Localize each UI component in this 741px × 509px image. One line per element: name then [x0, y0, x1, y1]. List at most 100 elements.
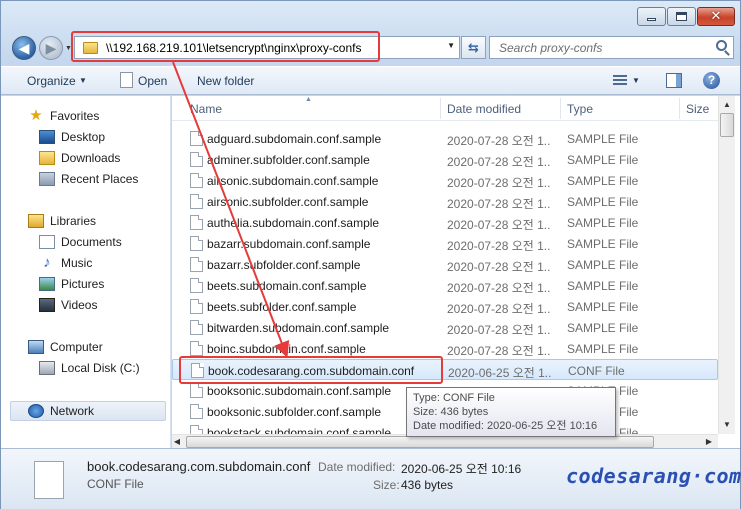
- file-name[interactable]: beets.subdomain.conf.sample: [207, 279, 366, 293]
- search-box[interactable]: Search proxy-confs: [489, 36, 734, 59]
- sidebar-item-favorites[interactable]: ★ Favorites: [1, 106, 169, 126]
- recent-places-icon: [39, 172, 55, 186]
- details-size-label: Size:: [373, 478, 400, 492]
- sidebar-item-computer[interactable]: Computer: [1, 337, 169, 357]
- scroll-down-icon[interactable]: ▼: [719, 416, 735, 433]
- file-row[interactable]: beets.subdomain.conf.sample 2020-07-28 오전…: [172, 275, 718, 296]
- file-icon: [190, 173, 203, 188]
- file-name[interactable]: beets.subfolder.conf.sample: [207, 300, 356, 314]
- tooltip-type: Type: CONF File: [413, 392, 495, 404]
- file-name[interactable]: bitwarden.subdomain.conf.sample: [207, 321, 389, 335]
- file-row[interactable]: bazarr.subdomain.conf.sample 2020-07-28 오…: [172, 233, 718, 254]
- file-row[interactable]: adminer.subfolder.conf.sample 2020-07-28 …: [172, 149, 718, 170]
- refresh-button[interactable]: ⇆: [461, 36, 486, 59]
- command-bar: Organize ▼ Open New folder ▼ ?: [1, 66, 740, 95]
- pictures-icon: [39, 277, 55, 291]
- file-type: SAMPLE File: [567, 300, 639, 314]
- file-name[interactable]: bazarr.subfolder.conf.sample: [207, 258, 360, 272]
- file-row[interactable]: airsonic.subdomain.conf.sample 2020-07-28…: [172, 170, 718, 191]
- file-type: SAMPLE File: [567, 258, 639, 272]
- sidebar-label: Network: [50, 404, 95, 418]
- sidebar-item-pictures[interactable]: Pictures: [1, 274, 169, 294]
- file-icon: [34, 461, 64, 499]
- file-name[interactable]: booksonic.subfolder.conf.sample: [207, 405, 381, 419]
- column-divider[interactable]: [679, 98, 680, 119]
- music-icon: ♪: [43, 254, 51, 271]
- forward-button[interactable]: ▶: [39, 36, 63, 60]
- file-icon: [190, 257, 203, 272]
- minimize-button[interactable]: [637, 7, 666, 26]
- file-icon: [190, 404, 203, 419]
- disk-icon: [39, 361, 55, 375]
- file-name[interactable]: bazarr.subdomain.conf.sample: [207, 237, 370, 251]
- file-date: 2020-07-28 오전 1...: [447, 197, 551, 211]
- sidebar-item-music[interactable]: ♪ Music: [1, 253, 169, 273]
- sidebar-item-videos[interactable]: Videos: [1, 295, 169, 315]
- sidebar-item-desktop[interactable]: Desktop: [1, 127, 169, 147]
- forward-arrow-icon: ▶: [45, 39, 57, 56]
- details-file-name: book.codesarang.com.subdomain.conf: [87, 459, 311, 474]
- file-name[interactable]: adminer.subfolder.conf.sample: [207, 153, 370, 167]
- column-divider[interactable]: [440, 98, 441, 119]
- file-row[interactable]: airsonic.subfolder.conf.sample 2020-07-28…: [172, 191, 718, 212]
- horizontal-scroll-thumb[interactable]: [186, 436, 654, 448]
- file-date: 2020-07-28 오전 1...: [447, 323, 551, 337]
- open-button[interactable]: Open: [138, 74, 167, 88]
- back-button[interactable]: ◀: [12, 36, 36, 60]
- sidebar-label: Music: [61, 256, 93, 270]
- sidebar-label: Videos: [61, 298, 98, 312]
- file-row[interactable]: bazarr.subfolder.conf.sample 2020-07-28 오…: [172, 254, 718, 275]
- file-name[interactable]: authelia.subdomain.conf.sample: [207, 216, 379, 230]
- maximize-button[interactable]: [667, 7, 696, 26]
- help-icon[interactable]: ?: [703, 72, 720, 89]
- scroll-up-icon[interactable]: ▲: [719, 96, 735, 113]
- sidebar-item-downloads[interactable]: Downloads: [1, 148, 169, 168]
- sidebar-item-recent-places[interactable]: Recent Places: [1, 169, 169, 189]
- file-type: SAMPLE File: [567, 321, 639, 335]
- file-icon: [190, 320, 203, 335]
- file-row[interactable]: bitwarden.subdomain.conf.sample 2020-07-2…: [172, 317, 718, 338]
- sidebar-item-local-disk[interactable]: Local Disk (C:): [1, 358, 169, 378]
- file-name[interactable]: booksonic.subdomain.conf.sample: [207, 384, 391, 398]
- vertical-scroll-thumb[interactable]: [720, 113, 734, 137]
- organize-button[interactable]: Organize: [27, 74, 76, 88]
- sidebar-label: Computer: [50, 340, 103, 354]
- file-date: 2020-07-28 오전 1...: [447, 302, 551, 316]
- search-input[interactable]: Search proxy-confs: [499, 41, 602, 55]
- column-header-type[interactable]: Type: [567, 102, 593, 116]
- file-name[interactable]: airsonic.subfolder.conf.sample: [207, 195, 368, 209]
- chevron-down-icon[interactable]: ▼: [632, 76, 640, 85]
- file-icon: [190, 131, 203, 146]
- file-name[interactable]: adguard.subdomain.conf.sample: [207, 132, 381, 146]
- sidebar-label: Pictures: [61, 277, 105, 291]
- column-header-date[interactable]: Date modified: [447, 102, 521, 116]
- sidebar-item-network[interactable]: Network: [1, 401, 169, 421]
- details-modified-label: Date modified:: [318, 460, 396, 474]
- file-row[interactable]: authelia.subdomain.conf.sample 2020-07-28…: [172, 212, 718, 233]
- file-highlight-box: [179, 356, 443, 384]
- column-divider[interactable]: [560, 98, 561, 119]
- file-name[interactable]: boinc.subdomain.conf.sample: [207, 342, 366, 356]
- file-date: 2020-07-28 오전 1...: [447, 155, 551, 169]
- file-row[interactable]: beets.subfolder.conf.sample 2020-07-28 오전…: [172, 296, 718, 317]
- sidebar-item-documents[interactable]: Documents: [1, 232, 169, 252]
- close-button[interactable]: ✕: [697, 7, 735, 26]
- sidebar-label: Local Disk (C:): [61, 361, 140, 375]
- vertical-scrollbar[interactable]: ▲ ▼: [718, 96, 735, 434]
- search-icon: [716, 40, 727, 51]
- column-header-size[interactable]: Size: [686, 102, 709, 116]
- sidebar-item-libraries[interactable]: Libraries: [1, 211, 169, 231]
- preview-pane-icon[interactable]: [666, 73, 682, 88]
- file-date: 2020-07-28 오전 1...: [447, 344, 551, 358]
- file-row[interactable]: adguard.subdomain.conf.sample 2020-07-28 …: [172, 128, 718, 149]
- views-icon[interactable]: [613, 75, 627, 87]
- address-highlight-box: [71, 31, 380, 62]
- file-type: SAMPLE File: [567, 342, 639, 356]
- details-size-value: 436 bytes: [401, 478, 454, 492]
- address-dropdown-icon[interactable]: ▼: [447, 41, 455, 50]
- computer-icon: [28, 340, 44, 354]
- file-icon: [190, 215, 203, 230]
- column-header-name[interactable]: Name: [190, 102, 440, 116]
- file-name[interactable]: airsonic.subdomain.conf.sample: [207, 174, 378, 188]
- new-folder-button[interactable]: New folder: [197, 74, 254, 88]
